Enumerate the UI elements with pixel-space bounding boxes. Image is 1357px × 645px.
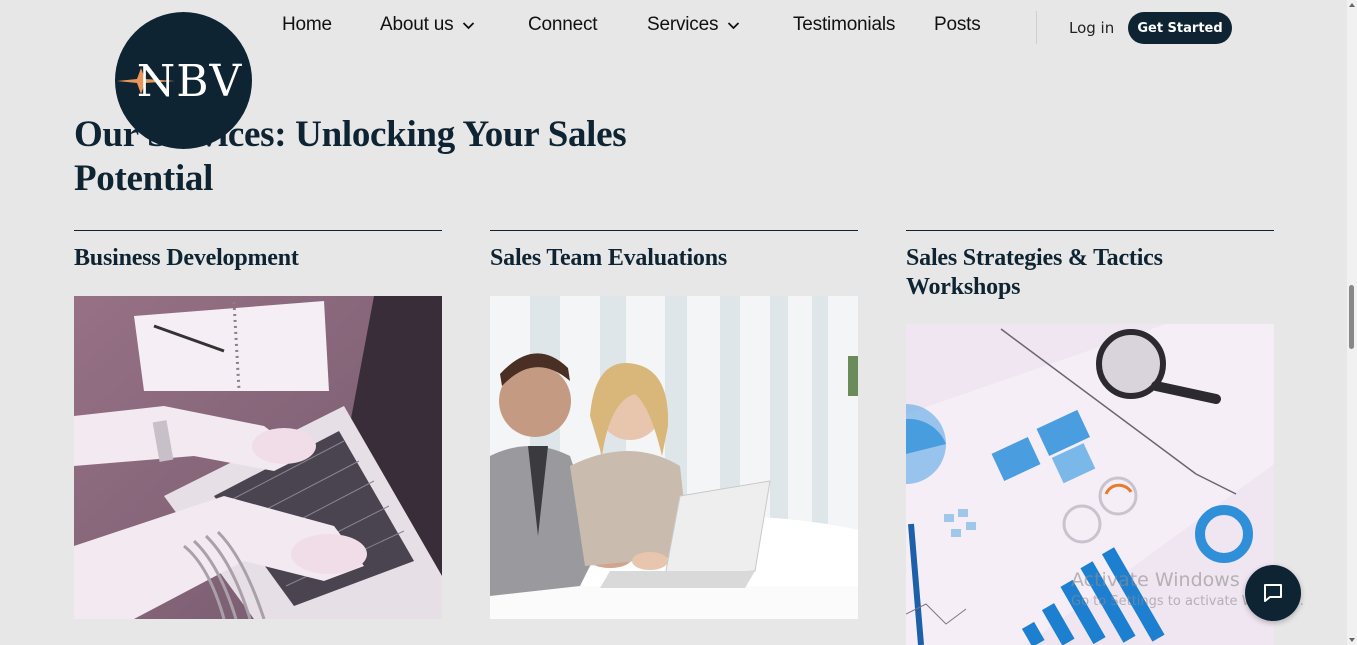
logo-text: NBV — [136, 56, 243, 107]
scroll-up-arrow-icon[interactable] — [1349, 3, 1355, 7]
page-scrollbar[interactable] — [1347, 0, 1357, 645]
nav-about-us[interactable]: About us — [380, 14, 475, 36]
card-image-team-at-laptop — [490, 296, 858, 619]
nav-about-us-label: About us — [380, 14, 454, 35]
scroll-down-arrow-icon[interactable] — [1349, 638, 1355, 642]
nav-posts[interactable]: Posts — [934, 14, 981, 36]
card-title: Sales Team Evaluations — [490, 245, 727, 271]
nav-connect[interactable]: Connect — [528, 14, 598, 36]
nav-home[interactable]: Home — [282, 14, 332, 36]
nav-home-label: Home — [282, 14, 332, 35]
page-title-line2: Potential — [74, 158, 214, 199]
service-card-sales-team-evaluations[interactable]: Sales Team Evaluations — [490, 230, 858, 619]
card-rule — [74, 230, 442, 231]
chevron-down-icon — [728, 21, 740, 29]
nav-divider — [1036, 11, 1037, 44]
nav-services-label: Services — [647, 14, 719, 35]
card-image-laptop-typing — [74, 296, 442, 619]
chat-bubble-icon — [1264, 584, 1282, 602]
card-title: Sales Strategies & Tactics Workshops — [906, 245, 1163, 300]
chat-button[interactable] — [1245, 565, 1301, 621]
nav-posts-label: Posts — [934, 14, 981, 35]
card-rule — [906, 230, 1274, 231]
card-title: Business Development — [74, 245, 299, 271]
windows-watermark-title: Activate Windows — [1071, 569, 1240, 591]
nav-services[interactable]: Services — [647, 14, 740, 36]
chevron-down-icon — [463, 21, 475, 29]
nav-testimonials-label: Testimonials — [793, 14, 896, 35]
site-header: NBV Home About us Connect Services Testi… — [0, 0, 1357, 149]
card-rule — [490, 230, 858, 231]
nbv-logo[interactable]: NBV — [115, 12, 252, 149]
service-card-sales-strategies[interactable]: Sales Strategies & Tactics Workshops — [906, 230, 1274, 645]
login-link[interactable]: Log in — [1069, 19, 1114, 37]
nav-connect-label: Connect — [528, 14, 598, 35]
scroll-thumb[interactable] — [1349, 285, 1354, 349]
nav-testimonials[interactable]: Testimonials — [793, 14, 895, 36]
service-card-business-development[interactable]: Business Development — [74, 230, 442, 619]
get-started-button[interactable]: Get Started — [1128, 12, 1232, 44]
